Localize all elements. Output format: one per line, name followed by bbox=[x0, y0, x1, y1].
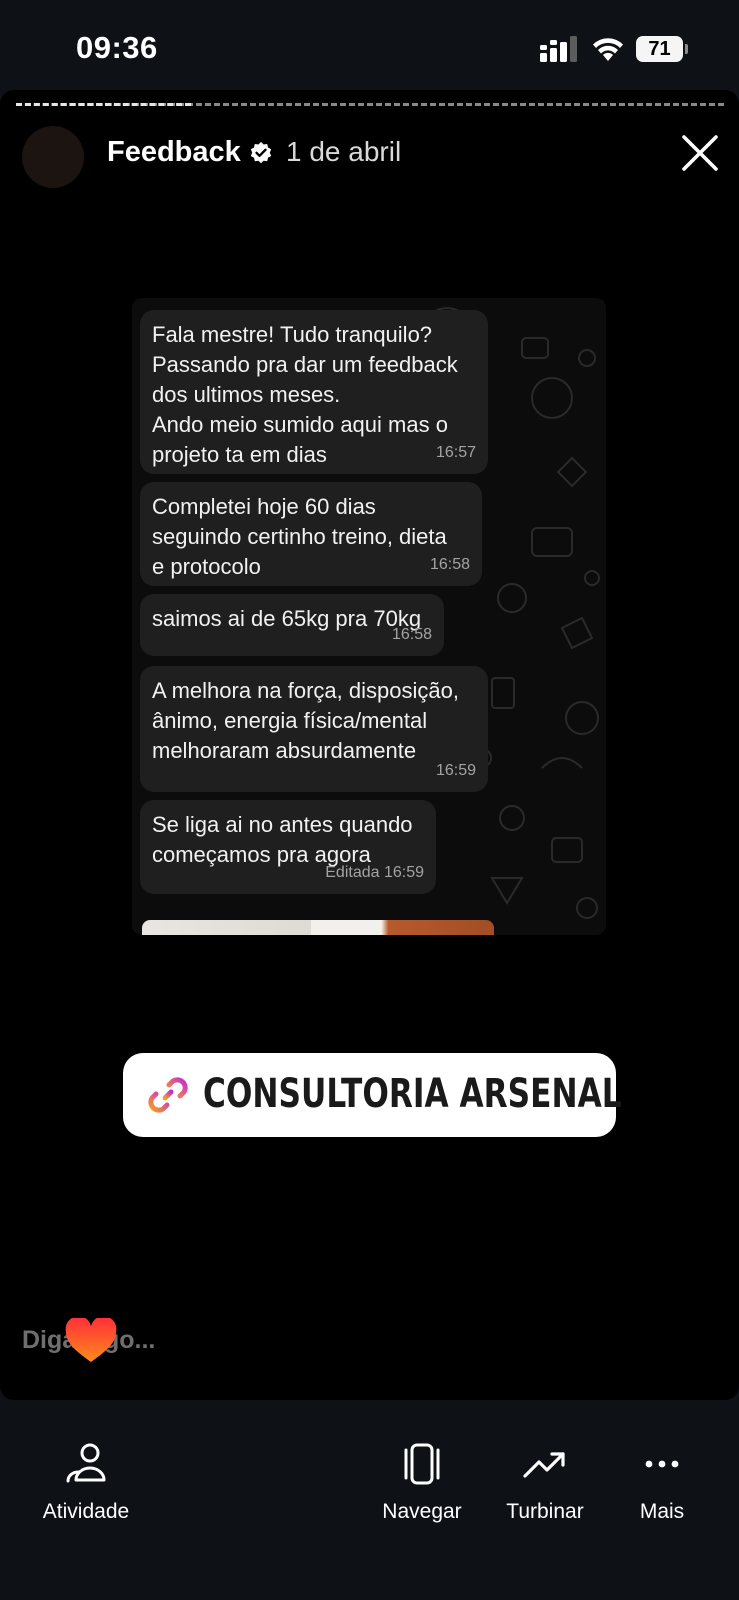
message-bubble: Completei hoje 60 dias seguindo certinho… bbox=[140, 482, 482, 586]
status-bar: 09:36 71 bbox=[0, 0, 739, 90]
trending-up-icon bbox=[523, 1452, 565, 1478]
message-bubble: A melhora na força, disposição, ânimo, e… bbox=[140, 666, 488, 792]
nav-more[interactable]: Mais bbox=[626, 1442, 698, 1524]
close-icon[interactable] bbox=[680, 133, 720, 173]
message-text: saimos ai de 65kg pra 70kg bbox=[152, 606, 422, 631]
battery-tip bbox=[685, 44, 688, 54]
message-text: Fala mestre! Tudo tranquilo? Passando pr… bbox=[152, 322, 458, 467]
photo-preview bbox=[142, 920, 494, 935]
link-icon bbox=[148, 1077, 188, 1113]
message-bubble: saimos ai de 65kg pra 70kg 16:58 bbox=[140, 594, 444, 656]
nav-boost[interactable]: Turbinar bbox=[494, 1442, 596, 1524]
nav-label-activity: Atividade bbox=[42, 1500, 130, 1523]
nav-browse[interactable]: Navegar bbox=[372, 1442, 472, 1524]
avatar[interactable] bbox=[22, 126, 84, 188]
message-time: 16:57 bbox=[435, 444, 476, 461]
nav-activity[interactable]: Atividade bbox=[36, 1442, 136, 1524]
message-text: Completei hoje 60 dias seguindo certinho… bbox=[152, 494, 447, 579]
story-viewer[interactable]: Feedback 1 de abril Fala mestre! Tudo tr bbox=[0, 90, 739, 1400]
message-time: Editada 16:59 bbox=[325, 864, 424, 881]
people-icon bbox=[66, 1443, 106, 1483]
story-progress-done bbox=[16, 103, 191, 106]
message-time: 16:58 bbox=[429, 556, 470, 573]
cards-icon bbox=[404, 1443, 440, 1485]
message-bubble: Se liga ai no antes quando começamos pra… bbox=[140, 800, 436, 894]
message-time: 16:58 bbox=[391, 626, 432, 643]
nav-label-more: Mais bbox=[639, 1500, 685, 1523]
more-dots-icon bbox=[645, 1460, 679, 1468]
heart-icon[interactable] bbox=[64, 1318, 118, 1364]
chat-screenshot: Fala mestre! Tudo tranquilo? Passando pr… bbox=[132, 298, 606, 935]
message-time: 16:59 bbox=[435, 762, 476, 779]
signal-icon bbox=[540, 36, 577, 62]
nav-label-boost: Turbinar bbox=[506, 1500, 584, 1523]
battery-level: 71 bbox=[636, 36, 683, 62]
message-bubble: Fala mestre! Tudo tranquilo? Passando pr… bbox=[140, 310, 488, 474]
status-time: 09:36 bbox=[76, 30, 158, 65]
link-sticker-label: CONSULTORIA ARSENAL bbox=[203, 1071, 622, 1117]
bottom-nav: Atividade Navegar Turbinar Mais bbox=[0, 1400, 739, 1600]
wifi-icon bbox=[593, 38, 623, 61]
verified-badge-icon bbox=[250, 142, 272, 164]
story-date: 1 de abril bbox=[286, 136, 402, 167]
nav-label-browse: Navegar bbox=[382, 1500, 462, 1523]
link-sticker[interactable]: CONSULTORIA ARSENAL bbox=[123, 1053, 622, 1137]
message-text: A melhora na força, disposição, ânimo, e… bbox=[152, 678, 459, 763]
battery-indicator: 71 bbox=[636, 36, 688, 62]
account-name[interactable]: Feedback bbox=[107, 136, 241, 169]
